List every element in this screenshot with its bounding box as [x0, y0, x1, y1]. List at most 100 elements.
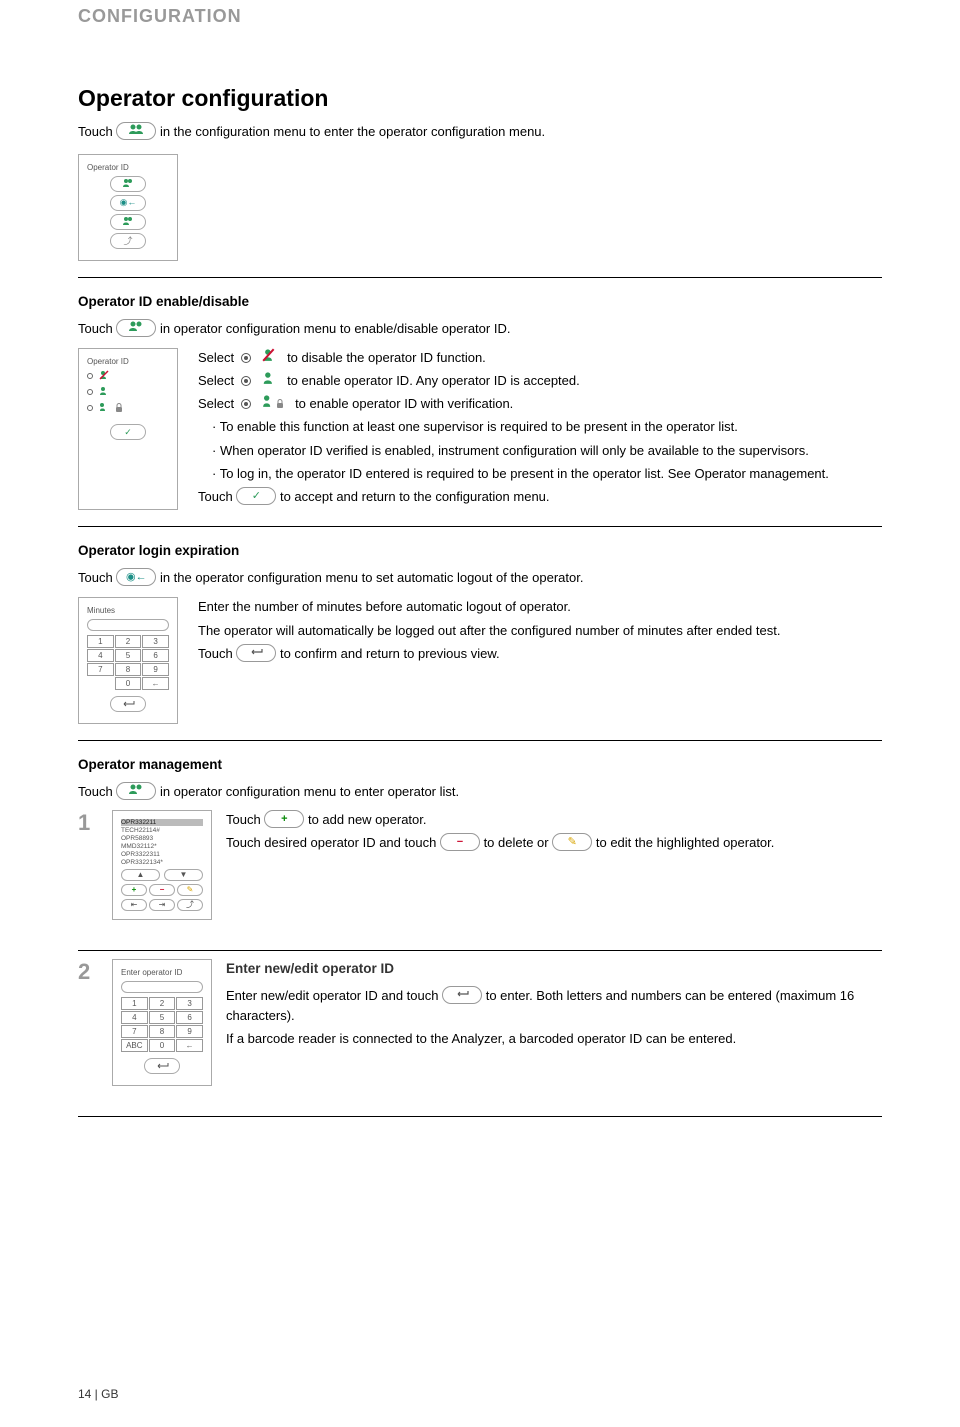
- lead: Touch ◉← in the operator configuration m…: [78, 568, 882, 588]
- delete-edit-line: Touch desired operator ID and touch − to…: [226, 833, 882, 853]
- text: Select: [198, 350, 234, 365]
- text: to edit the highlighted operator.: [596, 835, 775, 850]
- enter-arrow-icon: [443, 987, 481, 1003]
- section-heading: Operator management: [78, 757, 882, 772]
- text: to enable operator ID with verification.: [295, 396, 513, 411]
- enable-disable-button-icon: [116, 319, 156, 337]
- text: Select: [198, 373, 234, 388]
- backspace-key: ←: [176, 1039, 203, 1052]
- radio-icon: [241, 353, 251, 363]
- operator-id-field: [121, 981, 203, 993]
- text: to enable operator ID. Any operator ID i…: [287, 373, 580, 388]
- accept-icon: ✓: [110, 424, 146, 440]
- step-heading: Enter new/edit operator ID: [226, 959, 882, 980]
- lead: Touch in operator configuration menu to …: [78, 319, 882, 339]
- management-button-icon: [116, 782, 156, 800]
- text: in operator configuration menu to enter …: [160, 784, 459, 799]
- minutes-field: [87, 619, 169, 631]
- list-item: OPR58893: [121, 835, 203, 842]
- text: in the configuration menu to enter the o…: [160, 124, 545, 139]
- add-button-icon: +: [264, 810, 304, 828]
- barcode-note: If a barcode reader is connected to the …: [226, 1029, 882, 1049]
- step-number: 2: [78, 959, 98, 1086]
- key: 4: [87, 649, 114, 662]
- clock-arrow-icon: ◉←: [117, 569, 155, 585]
- page-title: Operator configuration: [78, 85, 882, 112]
- edit-icon: ✎: [553, 834, 591, 850]
- backspace-key: ←: [142, 677, 169, 690]
- key: 8: [115, 663, 142, 676]
- text: Touch: [78, 570, 113, 585]
- note: · When operator ID verified is enabled, …: [198, 441, 882, 461]
- step-2-text: Enter new/edit operator ID Enter new/edi…: [226, 959, 882, 1086]
- section-operator-management: Operator management Touch in operator co…: [78, 740, 882, 1117]
- key: 0: [149, 1039, 176, 1052]
- text: Touch: [198, 646, 233, 661]
- edit-icon: ✎: [177, 884, 203, 896]
- intro-line: Touch in the configuration menu to enter…: [78, 122, 882, 142]
- text: Touch: [226, 812, 261, 827]
- expiration-button-icon: ◉←: [116, 568, 156, 586]
- page-footer: 14 | GB: [78, 1387, 118, 1401]
- section-heading: Operator login expiration: [78, 543, 882, 558]
- key: 2: [149, 997, 176, 1010]
- thumb-title: Operator ID: [87, 357, 169, 366]
- key: 1: [121, 997, 148, 1010]
- key: 1: [87, 635, 114, 648]
- section-login-expiration: Operator login expiration Touch ◉← in th…: [78, 526, 882, 725]
- note: · To enable this function at least one s…: [198, 417, 882, 437]
- list-item: OPR3322134*: [121, 859, 203, 866]
- exit-icon: ⤴: [177, 899, 203, 911]
- nav-icon: ⇤: [121, 899, 147, 911]
- text: Touch: [78, 321, 113, 336]
- people-icon: [117, 783, 155, 800]
- key: 5: [149, 1011, 176, 1024]
- enter-operator-id-thumb: Enter operator ID 123 456 789 ABC0←: [112, 959, 212, 1086]
- option-disable: Select to disable the operator ID functi…: [198, 348, 882, 368]
- key: 3: [176, 997, 203, 1010]
- delete-icon: −: [149, 884, 175, 896]
- key: 5: [115, 649, 142, 662]
- text: Enter the number of minutes before autom…: [198, 597, 882, 617]
- lead: Touch in operator configuration menu to …: [78, 782, 882, 802]
- text: The operator will automatically be logge…: [198, 621, 882, 641]
- thumb-title: Minutes: [87, 606, 169, 615]
- check-icon: ✓: [237, 488, 275, 504]
- plus-icon: +: [265, 811, 303, 827]
- step-1: 1 OPR332211 TECH22114# OPR58893 MMD32112…: [78, 810, 882, 951]
- text: Touch desired operator ID and touch: [226, 835, 436, 850]
- key: 7: [121, 1025, 148, 1038]
- key: 0: [115, 677, 142, 690]
- nav-icon: ⇥: [149, 899, 175, 911]
- radio-enable: [87, 386, 169, 398]
- note: · To log in, the operator ID entered is …: [198, 464, 882, 484]
- down-icon: ▼: [164, 869, 203, 881]
- radio-verified: [87, 402, 169, 414]
- abc-key: ABC: [121, 1039, 148, 1052]
- expiration-icon: ◉←: [110, 195, 146, 211]
- person-icon: [262, 373, 276, 388]
- enter-button-icon: [236, 644, 276, 662]
- text: Enter new/edit operator ID and touch: [226, 988, 438, 1003]
- minus-icon: −: [441, 834, 479, 850]
- list-item: TECH22114#: [121, 827, 203, 834]
- enter-edit-line: Enter new/edit operator ID and touch to …: [226, 986, 882, 1026]
- thumb-title: Enter operator ID: [121, 968, 203, 977]
- enter-button-icon: [442, 986, 482, 1004]
- radio-icon: [241, 376, 251, 386]
- touch-accept: Touch ✓ to accept and return to the conf…: [198, 487, 882, 507]
- minutes-keypad-thumb: Minutes 123 456 789 0←: [78, 597, 178, 724]
- enter-arrow-icon: [237, 645, 275, 661]
- chapter-header: CONFIGURATION: [78, 0, 882, 27]
- key: 3: [142, 635, 169, 648]
- text: Touch: [78, 124, 113, 139]
- people-icon: [117, 320, 155, 337]
- key: 9: [176, 1025, 203, 1038]
- list-item: OPR332211: [121, 819, 203, 826]
- key: 7: [87, 663, 114, 676]
- check-button-icon: ✓: [236, 487, 276, 505]
- text: to add new operator.: [308, 812, 427, 827]
- enable-disable-options: Select to disable the operator ID functi…: [198, 348, 882, 510]
- option-verified: Select to enable operator ID with verifi…: [198, 394, 882, 414]
- key: 6: [142, 649, 169, 662]
